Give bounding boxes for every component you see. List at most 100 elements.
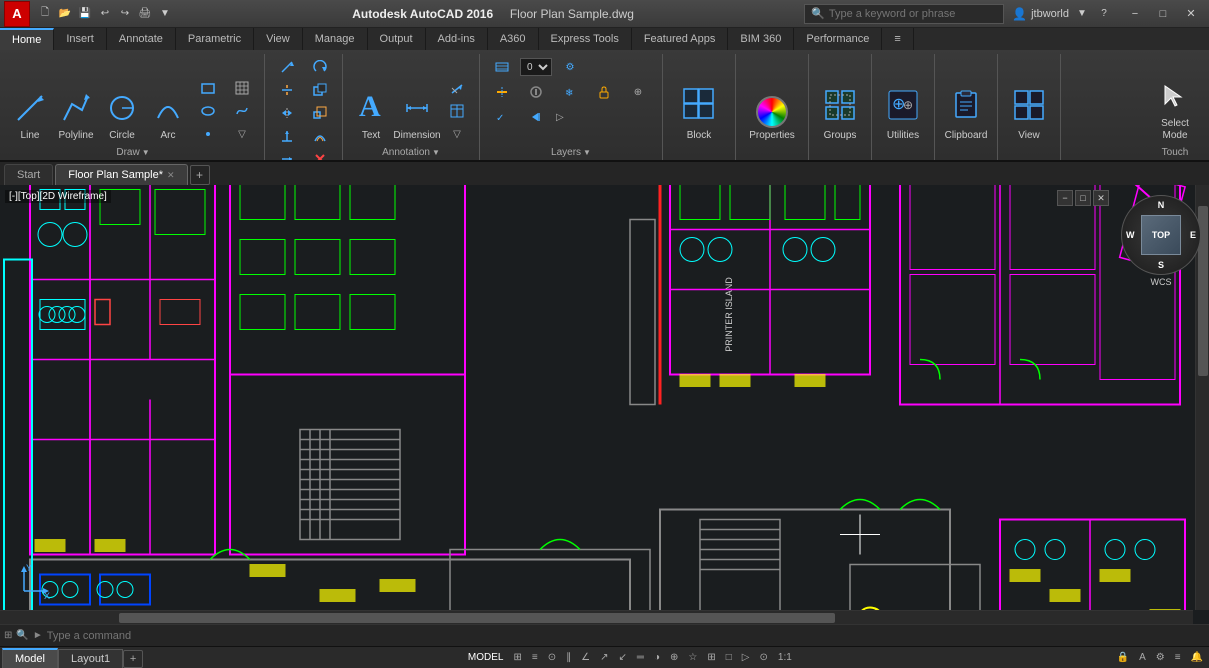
block-button[interactable]: Block <box>669 73 729 145</box>
status-model[interactable]: MODEL <box>464 652 508 663</box>
qa-more[interactable]: ▼ <box>156 5 174 23</box>
line-button[interactable]: Line <box>8 73 52 145</box>
tab-annotate[interactable]: Annotate <box>107 28 176 50</box>
layer-isolate-button[interactable]: ⊕ <box>622 81 654 103</box>
model-tab-model[interactable]: Model <box>2 648 58 668</box>
annotation-group-label[interactable]: Annotation ▼ <box>382 147 440 158</box>
user-menu[interactable]: ▼ <box>1073 5 1091 23</box>
status-ui[interactable]: ≡ <box>1171 652 1185 663</box>
tab-express[interactable]: Express Tools <box>539 28 632 50</box>
arc-button[interactable]: Arc <box>146 73 190 145</box>
qa-undo[interactable]: ↩ <box>96 5 114 23</box>
tab-output[interactable]: Output <box>368 28 426 50</box>
layer-match-button[interactable] <box>486 81 518 103</box>
ellipse-button[interactable] <box>192 100 224 122</box>
utilities-button[interactable]: ⊕ ⊕ Utilities <box>878 73 928 145</box>
canvas-area[interactable]: PRINTER ISLAND <box>0 185 1209 624</box>
tab-insert[interactable]: Insert <box>54 28 107 50</box>
rotate-button[interactable] <box>304 56 336 78</box>
status-3dosnap[interactable]: ⊞ <box>703 652 719 663</box>
nav-compass[interactable]: N S E W TOP <box>1121 195 1201 275</box>
point-button[interactable] <box>192 123 224 145</box>
stretch-button[interactable] <box>271 125 303 147</box>
h-scrollbar[interactable] <box>0 610 1193 624</box>
status-polar[interactable]: ∥ <box>562 652 575 663</box>
layer-freeze-button[interactable]: ❄ <box>554 81 586 103</box>
layer-off-button[interactable] <box>520 81 552 103</box>
layer-previous[interactable] <box>520 106 552 128</box>
status-grid[interactable]: ⊞ <box>509 652 525 663</box>
tab-bim360[interactable]: BIM 360 <box>728 28 794 50</box>
erase-button[interactable] <box>304 148 336 160</box>
properties-button[interactable]: Properties <box>742 73 802 145</box>
qa-print[interactable]: 🖨 <box>136 5 154 23</box>
status-adcinput[interactable]: ⊙ <box>756 652 772 663</box>
layer-lock-button[interactable] <box>588 81 620 103</box>
cmd-input[interactable] <box>47 630 1205 642</box>
tab-more[interactable]: ≡ <box>882 28 913 50</box>
tab-home[interactable]: Home <box>0 28 54 50</box>
trim-button[interactable] <box>271 79 303 101</box>
cmd-search-icon[interactable]: 🔍 <box>16 630 28 641</box>
groups-button[interactable]: Groups <box>815 73 865 145</box>
model-new-layout[interactable]: + <box>123 650 143 668</box>
offset-button[interactable] <box>304 125 336 147</box>
status-osnap[interactable]: ∠ <box>577 652 594 663</box>
tab-performance[interactable]: Performance <box>794 28 882 50</box>
status-dynucs[interactable]: □ <box>722 652 736 663</box>
extend-button[interactable] <box>271 148 303 160</box>
status-notif[interactable]: 🔔 <box>1187 652 1207 663</box>
status-sel-cycle[interactable]: ☆ <box>684 652 701 663</box>
select-mode-button[interactable]: SelectMode <box>1149 73 1201 145</box>
rectangle-button[interactable] <box>192 77 224 99</box>
status-transparency[interactable]: ◑ <box>650 652 664 663</box>
vp-close[interactable]: ✕ <box>1093 190 1109 206</box>
cmd-expand-icon[interactable]: ⊞ <box>4 630 12 641</box>
leader-button[interactable] <box>441 77 473 99</box>
layer-manager-button[interactable] <box>486 56 518 78</box>
groups-group-label[interactable] <box>839 147 842 158</box>
nav-cube[interactable]: N S E W TOP WCS <box>1121 195 1201 295</box>
vp-maximize[interactable]: □ <box>1075 190 1091 206</box>
doc-tab-close-btn[interactable]: ✕ <box>167 170 175 181</box>
mirror-button[interactable] <box>271 102 303 124</box>
vp-minimize[interactable]: − <box>1057 190 1073 206</box>
status-dynmode[interactable]: ▷ <box>738 652 754 663</box>
model-tab-layout1[interactable]: Layout1 <box>58 649 123 668</box>
status-ortho[interactable]: ⊙ <box>544 652 560 663</box>
qa-new[interactable]: 🗋 <box>36 5 54 23</box>
h-scroll-thumb[interactable] <box>119 613 835 623</box>
clipboard-button[interactable]: Clipboard <box>941 73 991 145</box>
circle-button[interactable]: Circle <box>100 73 144 145</box>
tab-manage[interactable]: Manage <box>303 28 368 50</box>
doc-tab-floor-plan[interactable]: Floor Plan Sample* ✕ <box>55 164 187 185</box>
copy-button[interactable] <box>304 79 336 101</box>
draw-group-label[interactable]: Draw ▼ <box>116 147 149 158</box>
tab-featured[interactable]: Featured Apps <box>632 28 729 50</box>
doc-tab-start[interactable]: Start <box>4 164 53 185</box>
annotation-more[interactable]: ▽ <box>441 123 473 145</box>
block-group-label[interactable] <box>698 147 701 158</box>
nav-top-label[interactable]: TOP <box>1141 215 1181 255</box>
help-btn[interactable]: ? <box>1095 5 1113 23</box>
tab-parametric[interactable]: Parametric <box>176 28 254 50</box>
clipboard-group-label[interactable] <box>965 147 968 158</box>
minimize-btn[interactable]: − <box>1121 0 1149 28</box>
polyline-button[interactable]: Polyline <box>54 73 98 145</box>
spline-button[interactable] <box>226 100 258 122</box>
search-input[interactable] <box>829 8 997 20</box>
layer-props-icon[interactable]: ⚙ <box>554 56 586 78</box>
tab-view[interactable]: View <box>254 28 303 50</box>
view-button[interactable]: View <box>1004 73 1054 145</box>
status-linewidth[interactable]: ═ <box>633 652 648 663</box>
layer-dropdown[interactable]: 0 <box>520 58 552 76</box>
qa-save[interactable]: 💾 <box>76 5 94 23</box>
layers-group-label[interactable]: Layers ▼ <box>551 147 591 158</box>
status-lock[interactable]: 🔒 <box>1113 652 1133 663</box>
status-snap[interactable]: ≡ <box>528 652 542 663</box>
scale-button[interactable] <box>304 102 336 124</box>
table-button[interactable] <box>441 100 473 122</box>
new-tab-button[interactable]: + <box>190 165 210 185</box>
status-workspace[interactable]: ⚙ <box>1152 652 1169 663</box>
search-box[interactable]: 🔍 <box>804 4 1004 24</box>
